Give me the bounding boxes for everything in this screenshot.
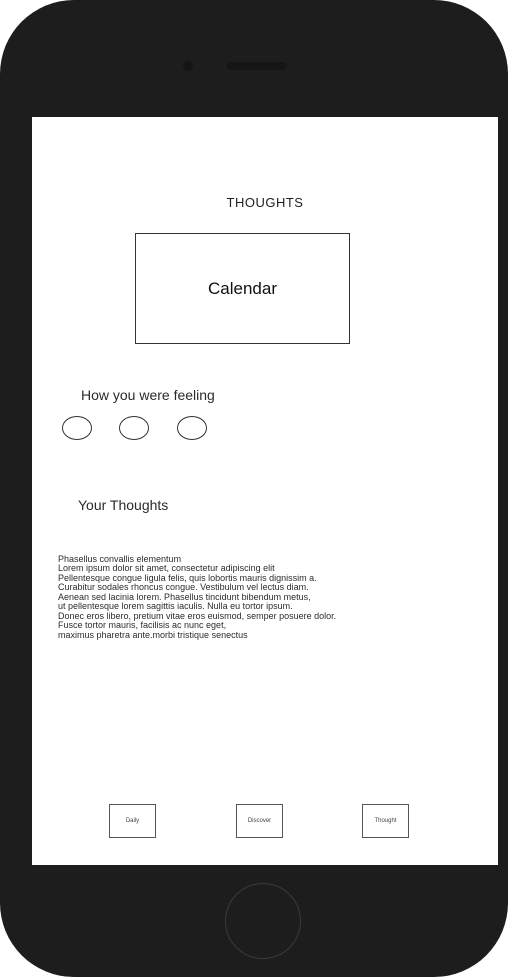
tab-discover-label: Discover	[247, 818, 272, 824]
front-camera	[183, 61, 193, 71]
volume-down-button	[8, 280, 14, 347]
silent-switch	[8, 118, 14, 168]
tab-discover[interactable]: Discover	[236, 804, 283, 838]
tab-daily[interactable]: Daily	[109, 804, 156, 838]
home-button[interactable]	[225, 883, 301, 959]
tab-thought[interactable]: Thought	[362, 804, 409, 838]
app-screen: THOUGHTS Calendar How you were feeling Y…	[32, 117, 498, 865]
mood-selector	[62, 416, 222, 440]
mood-option-3[interactable]	[177, 416, 207, 440]
thoughts-label: Your Thoughts	[78, 497, 169, 513]
bottom-tab-bar: Daily Discover Thought	[32, 804, 498, 842]
thought-line: maximus pharetra ante.morbi tristique se…	[58, 629, 248, 640]
calendar-label: Calendar	[208, 278, 277, 298]
volume-up-button	[8, 191, 14, 258]
mood-option-1[interactable]	[62, 416, 92, 440]
feeling-label: How you were feeling	[81, 387, 215, 403]
calendar-widget[interactable]: Calendar	[135, 233, 350, 344]
phone-frame: THOUGHTS Calendar How you were feeling Y…	[0, 0, 508, 977]
tab-daily-label: Daily	[125, 818, 140, 824]
thoughts-body: Phasellus convallis elementum Lorem ipsu…	[58, 554, 490, 640]
tab-thought-label: Thought	[374, 818, 397, 824]
earpiece-speaker	[227, 62, 287, 70]
page-title: THOUGHTS	[226, 195, 304, 210]
mood-option-2[interactable]	[119, 416, 149, 440]
